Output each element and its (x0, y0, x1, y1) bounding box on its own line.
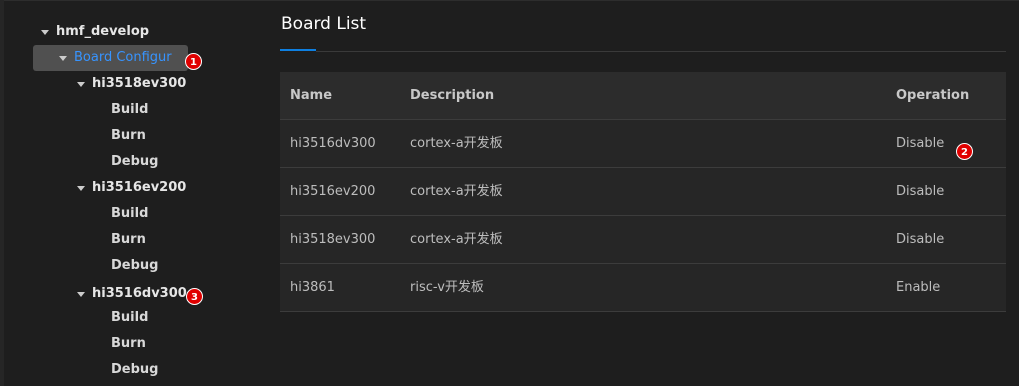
page-title: Board List (281, 14, 367, 34)
disable-link[interactable]: Disable (896, 120, 944, 168)
cell-description: cortex-a开发板 (410, 232, 503, 247)
chevron-down-icon[interactable] (77, 292, 85, 297)
tree-action-debug[interactable]: Debug (111, 253, 158, 279)
tree-label-root: hmf_develop (56, 24, 150, 39)
chevron-down-icon[interactable] (77, 82, 85, 87)
cell-name: hi3518ev300 (290, 232, 376, 247)
tree-action-burn[interactable]: Burn (111, 123, 146, 149)
tree-action-burn[interactable]: Burn (111, 227, 146, 253)
tree-label-board: hi3518ev300 (92, 76, 187, 91)
table-row: hi3516ev200 cortex-a开发板 Disable (280, 168, 1006, 216)
annotation-badge-3: 3 (186, 288, 203, 305)
cell-description: risc-v开发板 (410, 280, 484, 295)
disable-link[interactable]: Disable (896, 168, 944, 216)
enable-link[interactable]: Enable (896, 264, 940, 312)
tree-action-build[interactable]: Build (111, 305, 148, 331)
column-header-description: Description (410, 88, 495, 103)
board-table: Name Description Operation hi3516dv300 c… (280, 72, 1006, 312)
cell-name: hi3516ev200 (290, 184, 376, 199)
annotation-badge-1: 1 (185, 53, 202, 70)
tree-action-build[interactable]: Build (111, 97, 148, 123)
table-row: hi3861 risc-v开发板 Enable (280, 264, 1006, 312)
explorer-tree: hmf_develop Board Configur 1 hi3518ev300… (0, 0, 262, 386)
divider (316, 51, 1006, 52)
cell-name: hi3516dv300 (290, 136, 376, 151)
column-header-operation: Operation (896, 88, 970, 103)
cell-name: hi3861 (290, 280, 335, 295)
tab-indicator (280, 49, 316, 51)
annotation-badge-2: 2 (956, 143, 973, 160)
column-header-name: Name (290, 88, 333, 103)
tree-action-build[interactable]: Build (111, 201, 148, 227)
table-row: hi3516dv300 cortex-a开发板 Disable (280, 120, 1006, 168)
tree-label-board: hi3516ev200 (92, 180, 187, 195)
chevron-down-icon[interactable] (77, 186, 85, 191)
cell-description: cortex-a开发板 (410, 136, 503, 151)
chevron-down-icon[interactable] (59, 56, 67, 61)
tree-action-debug[interactable]: Debug (111, 149, 158, 175)
tree-action-burn[interactable]: Burn (111, 331, 146, 357)
tree-action-debug[interactable]: Debug (111, 357, 158, 383)
disable-link[interactable]: Disable (896, 216, 944, 264)
tree-label-board-config: Board Configur (74, 50, 172, 65)
table-header-row: Name Description Operation (280, 72, 1006, 120)
cell-description: cortex-a开发板 (410, 184, 503, 199)
table-row: hi3518ev300 cortex-a开发板 Disable (280, 216, 1006, 264)
tree-label-board: hi3516dv300 (92, 286, 187, 301)
chevron-down-icon[interactable] (41, 30, 49, 35)
